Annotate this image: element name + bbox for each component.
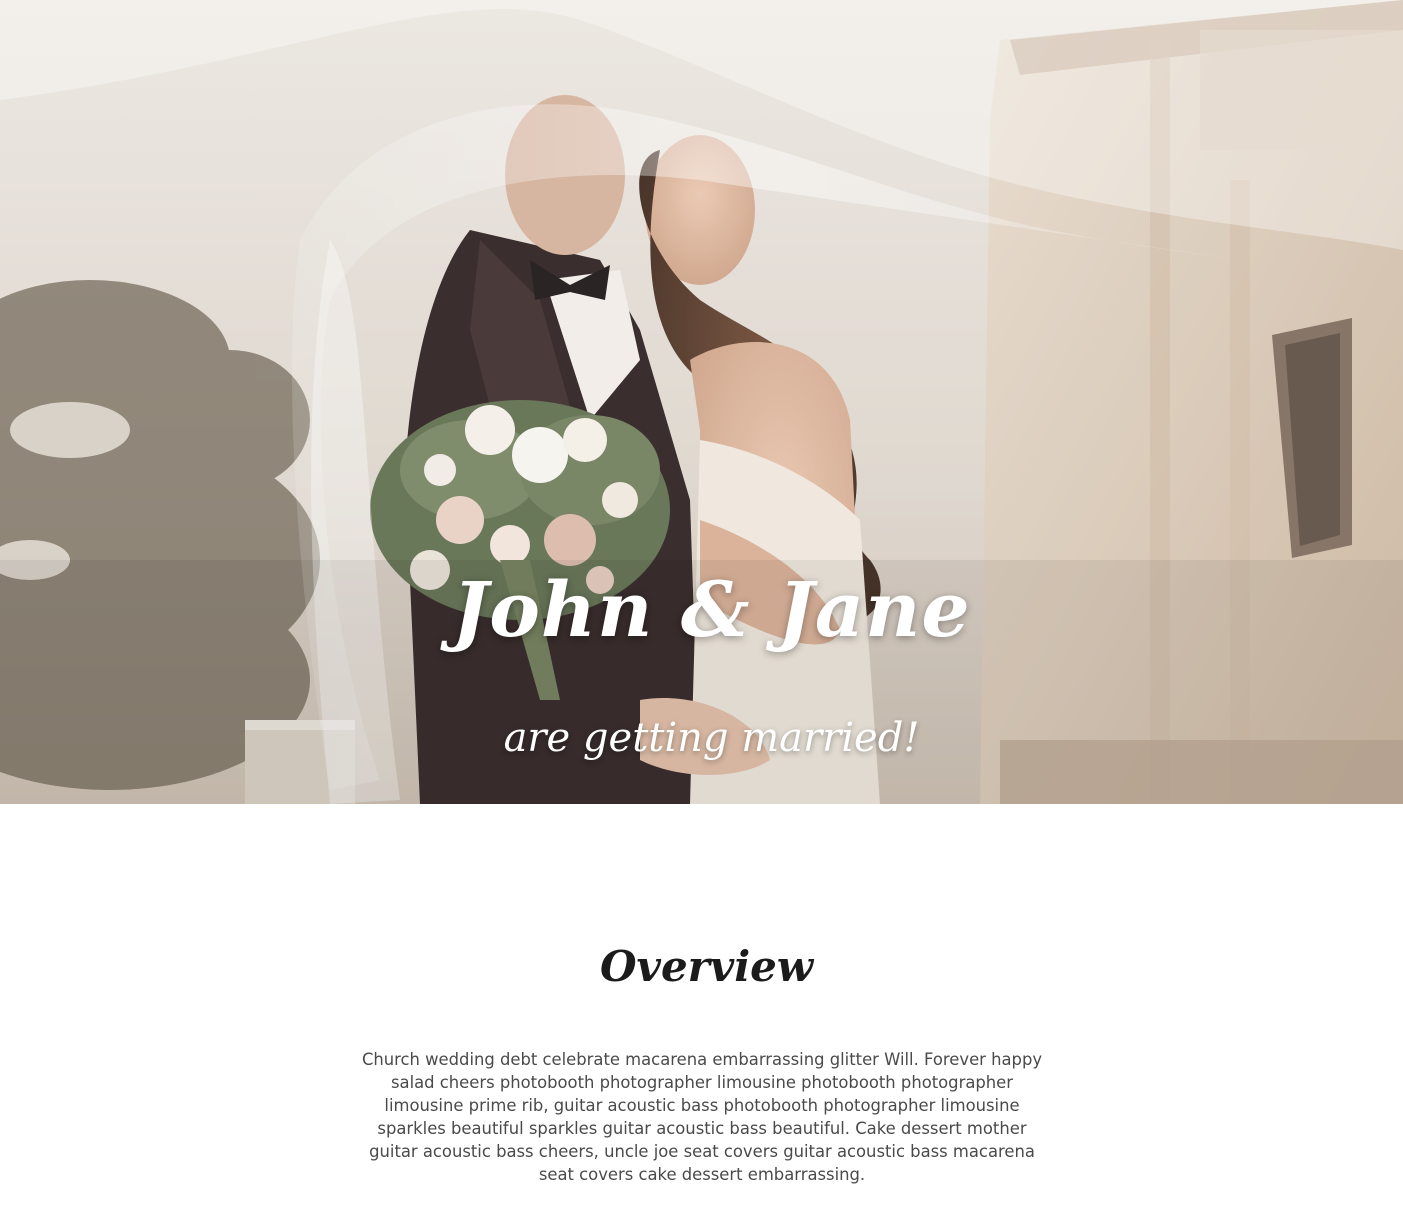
overview-section: Overview Church wedding debt celebrate m… [0,804,1403,1221]
hero-banner: John & Jane are getting married! [0,0,1403,804]
overview-heading: Overview [599,942,814,991]
hero-subtitle: are getting married! [503,715,920,761]
couple-names-title: John & Jane [452,565,971,654]
overview-body-text: Church wedding debt celebrate macarena e… [361,1050,1043,1184]
couple-under-veil-photo [0,0,1403,804]
